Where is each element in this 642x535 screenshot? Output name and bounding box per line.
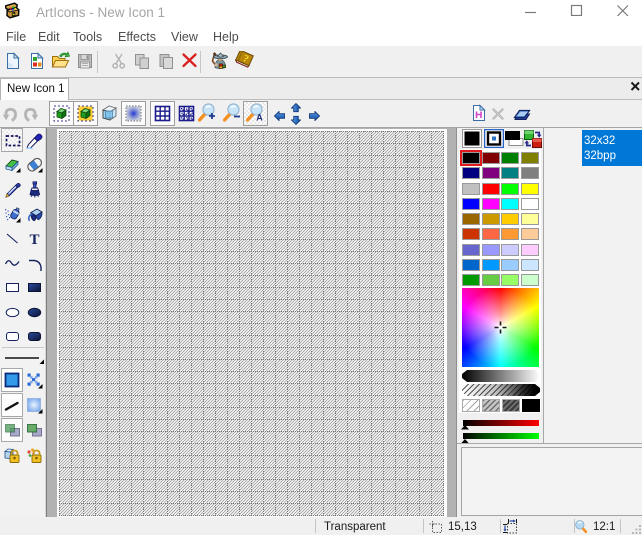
svg-text:T: T bbox=[29, 232, 39, 247]
svg-text:A: A bbox=[256, 113, 263, 123]
